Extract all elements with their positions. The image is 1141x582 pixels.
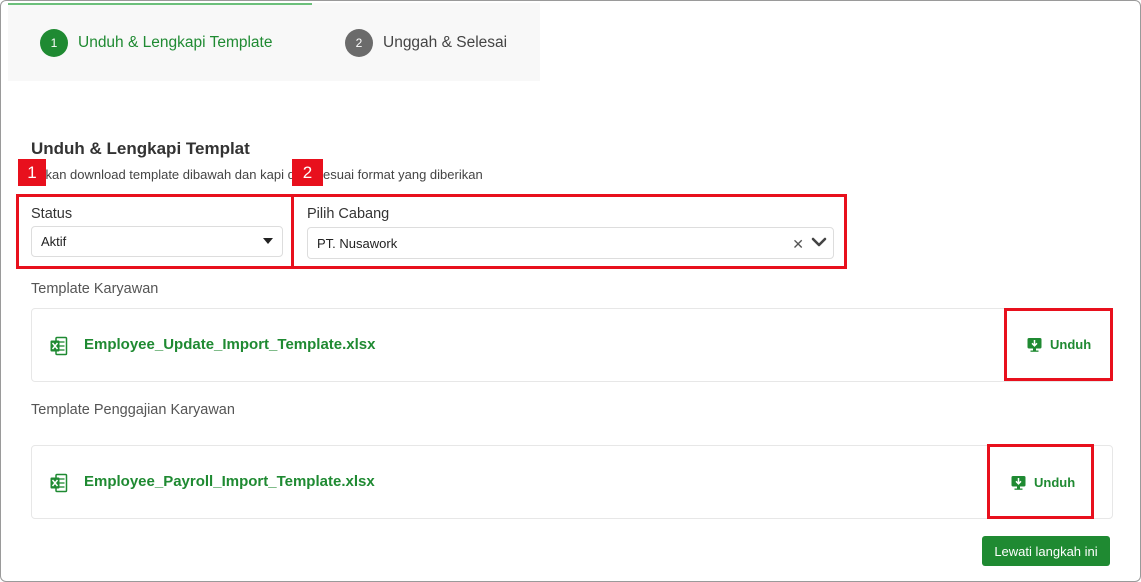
annotation-box-download-2 — [987, 444, 1094, 519]
skip-step-button[interactable]: Lewati langkah ini — [982, 536, 1110, 566]
step-number-badge: 2 — [345, 29, 373, 57]
template-file-name[interactable]: Employee_Payroll_Import_Template.xlsx — [84, 473, 375, 490]
template-file-card: Employee_Update_Import_Template.xlsx Und… — [31, 308, 1113, 382]
step-number-badge: 1 — [40, 29, 68, 57]
import-wizard-panel: 1 Unduh & Lengkapi Template 2 Unggah & S… — [0, 0, 1141, 582]
annotation-badge-1: 1 — [18, 159, 46, 186]
excel-file-icon — [50, 473, 68, 493]
annotation-box-status — [16, 194, 294, 269]
section-description: ahkan download template dibawah dan kapi… — [31, 167, 483, 182]
annotation-badge-2: 2 — [292, 159, 323, 186]
step-label: Unduh & Lengkapi Template — [78, 34, 273, 51]
step-label: Unggah & Selesai — [383, 34, 508, 51]
template-group-label: Template Karyawan — [31, 281, 159, 297]
annotation-box-branch — [291, 194, 847, 269]
template-file-name[interactable]: Employee_Update_Import_Template.xlsx — [84, 336, 376, 353]
active-step-indicator — [8, 3, 312, 5]
section-title: Unduh & Lengkapi Templat — [31, 139, 250, 158]
step-2-upload[interactable]: 2 Unggah & Selesai — [345, 29, 507, 57]
excel-file-icon — [50, 336, 68, 356]
template-file-card: Employee_Payroll_Import_Template.xlsx Un… — [31, 445, 1113, 519]
annotation-box-download-1 — [1004, 308, 1113, 381]
step-1-download[interactable]: 1 Unduh & Lengkapi Template — [40, 29, 272, 57]
template-group-label: Template Penggajian Karyawan — [31, 402, 235, 418]
